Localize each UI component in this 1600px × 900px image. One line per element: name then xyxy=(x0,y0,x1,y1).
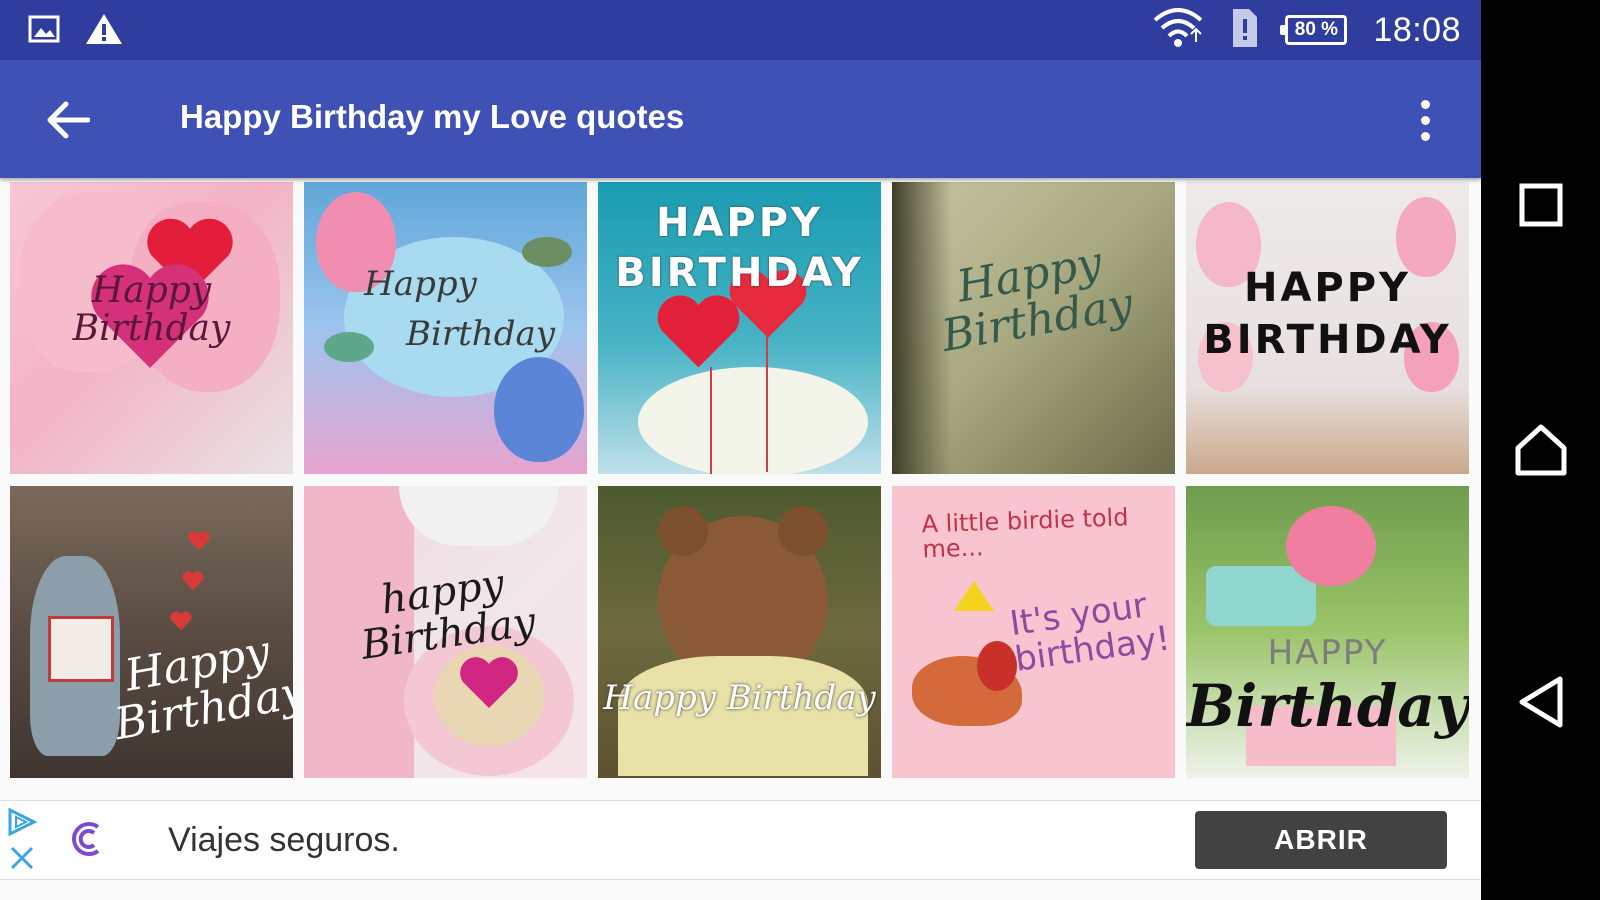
image-tile[interactable]: HAPPY BIRTHDAY xyxy=(598,182,881,474)
home-icon xyxy=(1515,424,1567,476)
tile-caption: HAPPY xyxy=(1243,265,1412,311)
ad-open-button[interactable]: ABRIR xyxy=(1195,811,1447,869)
close-icon[interactable] xyxy=(6,842,38,874)
tile-caption: A little birdie told me... xyxy=(921,503,1129,564)
tile-caption: Happy xyxy=(364,264,477,304)
tile-caption: It's your birthday! xyxy=(1007,585,1173,680)
image-tile[interactable]: Happy Birthday xyxy=(598,486,881,778)
image-tile[interactable]: Happy Birthday xyxy=(10,182,293,474)
image-tile[interactable]: HAPPY BIRTHDAY xyxy=(1186,182,1469,474)
tile-caption: Happy xyxy=(91,270,212,311)
tile-caption: BIRTHDAY xyxy=(615,250,864,296)
tile-caption: Happy Birthday xyxy=(603,678,876,718)
battery-level: 80 % xyxy=(1294,19,1339,40)
recents-button[interactable] xyxy=(1511,175,1571,235)
home-button[interactable] xyxy=(1511,420,1571,480)
back-button[interactable] xyxy=(44,96,92,144)
battery-indicator: 80 % xyxy=(1280,15,1348,45)
ad-banner[interactable]: Viajes seguros. ABRIR xyxy=(0,800,1481,880)
sim-alert-icon xyxy=(1229,7,1259,54)
image-grid: Happy Birthday Happy Birthday HAPPY BIRT… xyxy=(10,182,1471,778)
more-vert-icon xyxy=(1420,99,1430,109)
system-nav-bar xyxy=(1481,0,1600,900)
status-bar: 80 % 18:08 xyxy=(0,0,1481,60)
tile-caption: BIRTHDAY xyxy=(1203,317,1452,363)
recents-square-icon xyxy=(1519,183,1563,227)
tile-caption: HAPPY xyxy=(655,200,824,246)
image-tile[interactable]: A little birdie told me... It's your bir… xyxy=(892,486,1175,778)
ad-headline: Viajes seguros. xyxy=(168,821,400,859)
image-icon xyxy=(28,14,60,49)
image-tile[interactable]: Happy Birthday xyxy=(304,182,587,474)
advertiser-logo-icon xyxy=(72,822,100,856)
image-tile[interactable]: happy Birthday xyxy=(304,486,587,778)
image-tile[interactable]: HAPPY Birthday xyxy=(1186,486,1469,778)
nav-back-button[interactable] xyxy=(1511,672,1571,732)
arrow-back-icon xyxy=(47,101,90,139)
overflow-menu-button[interactable] xyxy=(1405,96,1445,144)
ad-choices-icon xyxy=(8,807,38,837)
page-title: Happy Birthday my Love quotes xyxy=(180,98,685,135)
device-screen: 80 % 18:08 Happy Birthday my Love quotes… xyxy=(0,0,1481,900)
back-triangle-icon xyxy=(1519,676,1563,728)
tile-caption: Birthday xyxy=(1186,672,1469,740)
tile-caption: HAPPY xyxy=(1267,633,1388,673)
warning-icon xyxy=(84,12,124,51)
image-tile[interactable]: Happy Birthday xyxy=(10,486,293,778)
app-bar: Happy Birthday my Love quotes xyxy=(0,60,1481,178)
ad-choices[interactable] xyxy=(6,807,38,873)
wifi-icon xyxy=(1153,7,1203,53)
clock: 18:08 xyxy=(1373,10,1461,49)
tile-caption: Birthday xyxy=(406,313,555,354)
tile-caption: Birthday xyxy=(72,307,231,349)
image-tile[interactable]: Happy Birthday xyxy=(892,182,1175,474)
